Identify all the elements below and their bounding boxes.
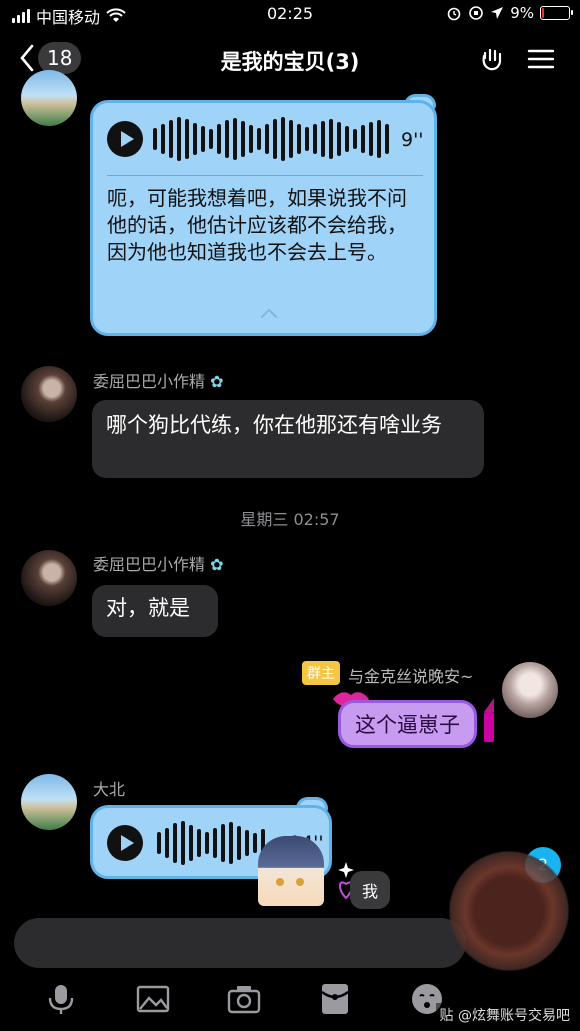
waveform-bar bbox=[369, 122, 373, 156]
play-icon[interactable] bbox=[107, 121, 143, 157]
red-packet-icon[interactable] bbox=[318, 982, 352, 1016]
waveform-bar bbox=[209, 129, 213, 149]
avatar-jinkesi[interactable] bbox=[502, 662, 558, 718]
avatar-dabei[interactable] bbox=[21, 70, 77, 126]
avatar-dabei[interactable] bbox=[21, 774, 77, 830]
waveform-bar bbox=[385, 124, 389, 154]
waveform-bar bbox=[377, 120, 381, 158]
group-gesture-icon[interactable] bbox=[476, 44, 506, 74]
group-owner-badge: 群主 bbox=[302, 661, 340, 685]
waveform-bar bbox=[313, 124, 317, 154]
waveform-bar bbox=[213, 828, 217, 858]
waveform bbox=[153, 117, 389, 161]
battery-icon bbox=[540, 6, 573, 20]
waveform-bar bbox=[201, 126, 205, 152]
sender-name: 委屈巴巴小作精 ✿ bbox=[93, 555, 224, 574]
microphone-icon[interactable] bbox=[44, 982, 78, 1016]
waveform-bar bbox=[345, 126, 349, 152]
waveform-bar bbox=[173, 823, 177, 863]
waveform-bar bbox=[197, 829, 201, 857]
waveform-bar bbox=[245, 830, 249, 856]
waveform-bar bbox=[205, 832, 209, 854]
waveform-bar bbox=[361, 125, 365, 153]
waveform-bar bbox=[153, 128, 157, 150]
waveform-bar bbox=[229, 822, 233, 864]
waveform-bar bbox=[157, 832, 161, 854]
waveform-bar bbox=[281, 117, 285, 161]
waveform-bar bbox=[289, 120, 293, 158]
waveform-bar bbox=[337, 122, 341, 156]
waveform bbox=[157, 821, 265, 865]
message-bubble[interactable]: 对，就是 bbox=[92, 585, 218, 637]
waveform-bar bbox=[265, 124, 269, 154]
message-input[interactable] bbox=[14, 918, 466, 968]
watermark-text: 贴 @炫舞账号交易吧 bbox=[435, 1003, 574, 1027]
waveform-bar bbox=[353, 129, 357, 149]
lipstick-icon bbox=[484, 698, 494, 742]
waveform-bar bbox=[249, 125, 253, 153]
alarm-icon bbox=[447, 7, 461, 21]
waveform-bar bbox=[321, 121, 325, 157]
avatar-weiqubaba[interactable] bbox=[21, 366, 77, 422]
voice-duration: 9'' bbox=[401, 129, 424, 151]
fairy-icon: ✿ bbox=[210, 372, 224, 391]
status-bar: 中国移动 02:25 9% bbox=[0, 0, 580, 30]
waveform-bar bbox=[193, 123, 197, 155]
waveform-bar bbox=[241, 121, 245, 157]
waveform-bar bbox=[189, 825, 193, 861]
waveform-bar bbox=[185, 119, 189, 159]
battery-percent: 9% bbox=[510, 4, 534, 22]
rotation-lock-icon bbox=[469, 6, 484, 20]
chevron-up-icon[interactable] bbox=[260, 308, 278, 326]
camera-icon[interactable] bbox=[227, 982, 261, 1016]
sender-name: 委屈巴巴小作精 ✿ bbox=[93, 372, 224, 391]
avatar-weiqubaba[interactable] bbox=[21, 550, 77, 606]
menu-icon[interactable] bbox=[526, 44, 556, 74]
fairy-icon: ✿ bbox=[210, 555, 224, 574]
mention-me-chip[interactable]: 我 bbox=[350, 871, 391, 909]
waveform-bar bbox=[253, 833, 257, 853]
waveform-bar bbox=[305, 127, 309, 151]
waveform-bar bbox=[329, 119, 333, 159]
location-icon bbox=[491, 7, 504, 19]
waveform-bar bbox=[221, 824, 225, 862]
waveform-bar bbox=[177, 117, 181, 161]
watermark-stamp bbox=[440, 842, 578, 980]
waveform-bar bbox=[161, 124, 165, 154]
play-icon[interactable] bbox=[107, 825, 143, 861]
waveform-bar bbox=[257, 128, 261, 150]
waveform-bar bbox=[225, 120, 229, 158]
message-timestamp: 星期三 02:57 bbox=[240, 510, 340, 529]
sticker-avatar[interactable] bbox=[258, 836, 324, 906]
message-bubble[interactable]: 这个逼崽子 bbox=[338, 700, 477, 748]
divider bbox=[107, 175, 423, 176]
waveform-bar bbox=[297, 124, 301, 154]
waveform-bar bbox=[217, 124, 221, 154]
sender-name: 大北 bbox=[93, 780, 126, 799]
waveform-bar bbox=[233, 118, 237, 160]
nav-bar: 18 是我的宝贝(3) bbox=[0, 32, 580, 88]
voice-message-bubble[interactable]: 9'' 呃，可能我想着吧，如果说我不问他的话，他估计应该都不会给我，因为他也知道… bbox=[90, 100, 437, 336]
waveform-bar bbox=[181, 821, 185, 865]
waveform-bar bbox=[273, 119, 277, 159]
message-bubble[interactable]: 哪个狗比代练，你在他那还有啥业务 bbox=[92, 400, 484, 478]
sender-name: 与金克丝说晚安~ bbox=[348, 667, 474, 686]
voice-transcript: 呃，可能我想着吧，如果说我不问他的话，他估计应该都不会给我，因为他也知道我也不会… bbox=[107, 186, 407, 264]
waveform-bar bbox=[165, 828, 169, 858]
waveform-bar bbox=[169, 120, 173, 158]
waveform-bar bbox=[237, 826, 241, 860]
image-icon[interactable] bbox=[136, 982, 170, 1016]
